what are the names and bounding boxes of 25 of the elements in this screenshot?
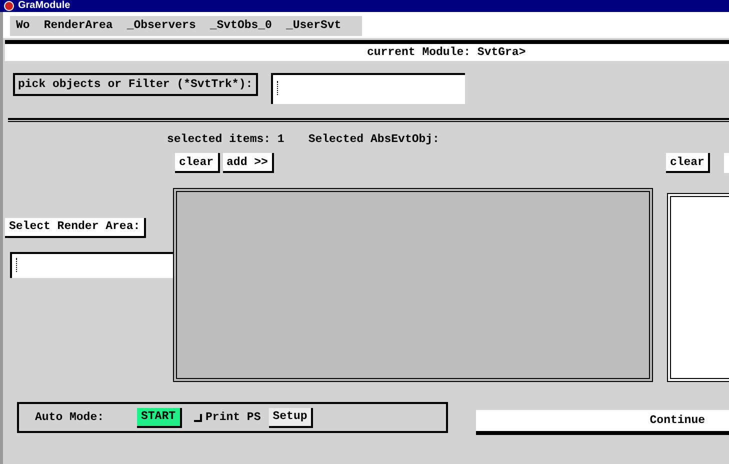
text-cursor-icon: [276, 81, 280, 95]
selected-list-panel[interactable]: [667, 193, 729, 382]
menu-item[interactable]: _SvtObs_0: [210, 17, 272, 35]
menu-item[interactable]: Wo: [16, 17, 30, 35]
menu-item[interactable]: _UserSvt: [286, 17, 342, 35]
add-button[interactable]: add >>: [222, 153, 274, 174]
setup-button[interactable]: Setup: [268, 408, 314, 428]
selected-object-label: Selected AbsEvtObj:: [308, 132, 440, 148]
start-button[interactable]: START: [137, 408, 182, 428]
clear-button[interactable]: clear: [175, 153, 220, 174]
menu-item[interactable]: RenderArea: [44, 17, 113, 35]
selected-count-text: selected items: 1: [167, 132, 284, 148]
text-cursor-icon: [16, 258, 19, 272]
continue-button[interactable]: Continue: [476, 410, 729, 436]
render-area-input-field[interactable]: [10, 252, 173, 278]
window-title: GraModule: [18, 0, 70, 12]
menu-item[interactable]: _Observers: [126, 17, 196, 35]
filter-input-field[interactable]: [270, 73, 465, 104]
current-module-text: current Module: SvtGra>: [367, 44, 526, 61]
filter-label: pick objects or Filter (*SvtTrk*):: [13, 73, 258, 96]
object-list-panel[interactable]: [173, 188, 653, 382]
clear-button[interactable]: clear: [666, 153, 710, 174]
auto-mode-label: Auto Mode:: [35, 410, 106, 426]
print-ps-checkbox[interactable]: Print PS: [194, 409, 261, 426]
select-render-area-button[interactable]: Select Render Area:: [5, 218, 146, 238]
